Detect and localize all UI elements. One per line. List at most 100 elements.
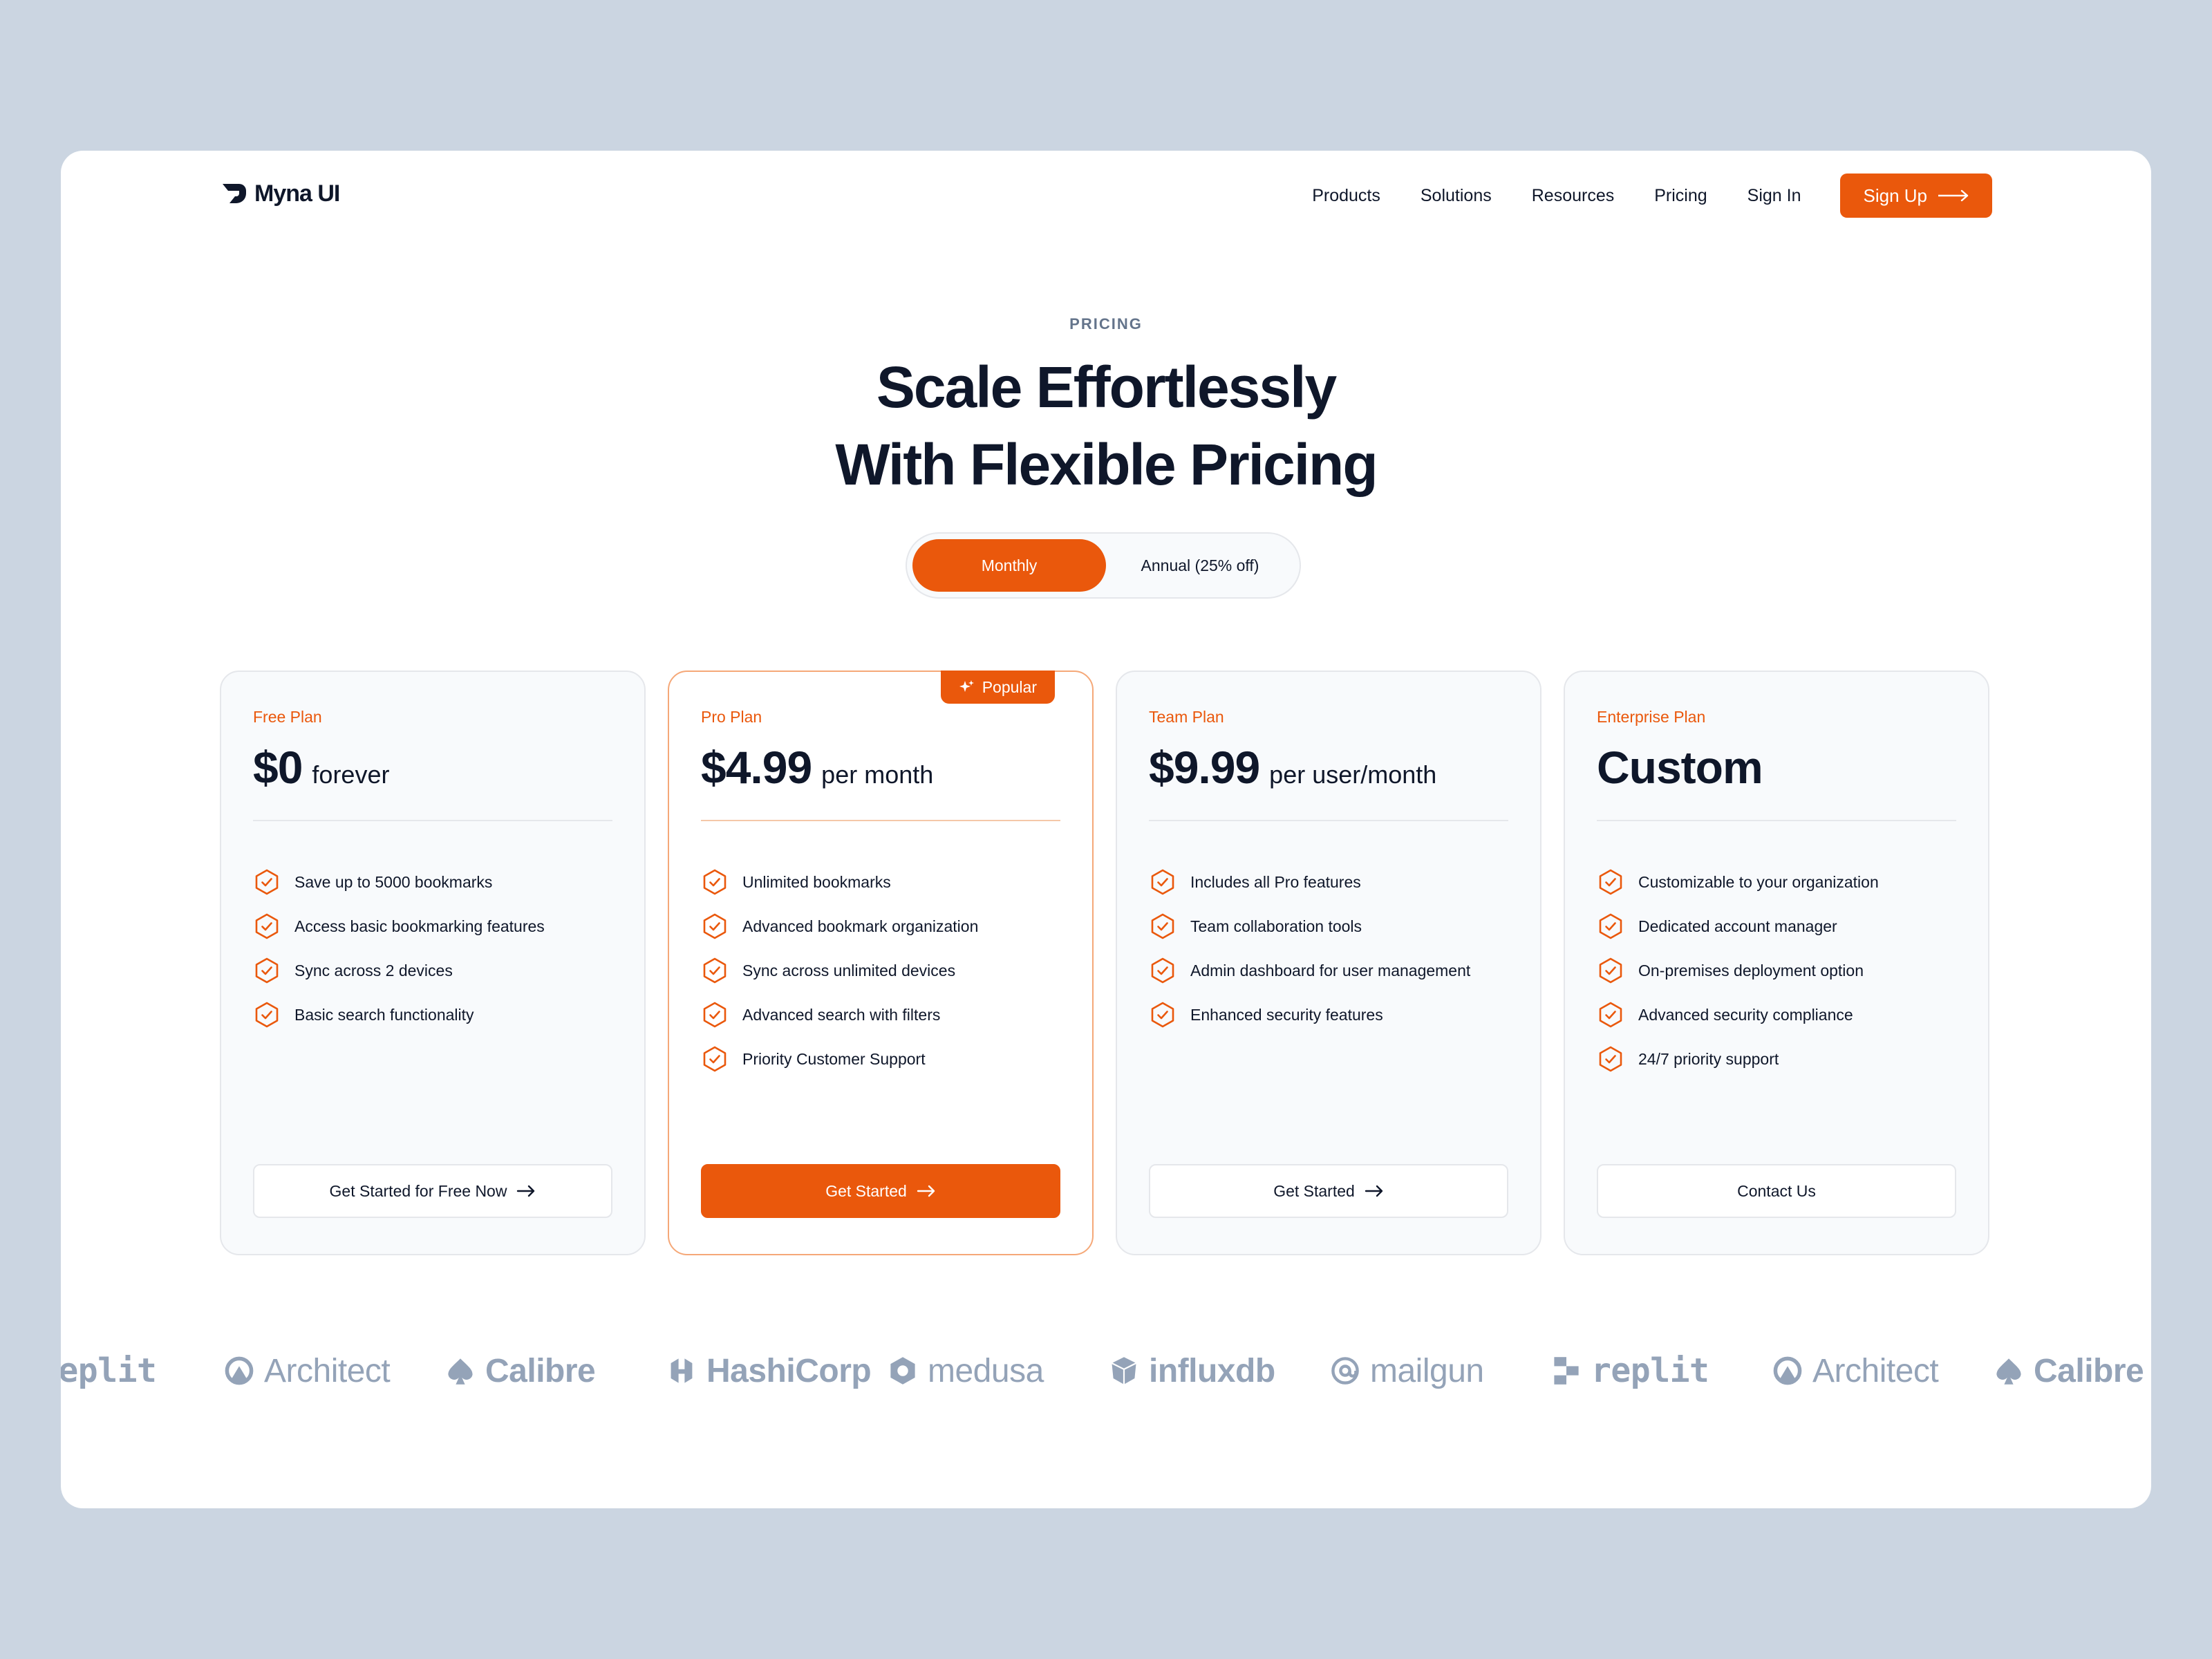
hexagon-check-icon (255, 869, 279, 895)
feature-label: Save up to 5000 bookmarks (294, 872, 493, 891)
page-frame: Myna UI Products Solutions Resources Pri… (61, 151, 2151, 1508)
feature-label: Advanced security compliance (1638, 1005, 1853, 1024)
price-period: per month (821, 760, 934, 789)
pricing-card: Free Plan $0 forever Save up to 5000 boo… (220, 671, 646, 1255)
card-divider (701, 820, 1060, 821)
feature-list: Includes all Pro features Team collabora… (1149, 853, 1470, 1044)
nav-products[interactable]: Products (1312, 186, 1380, 206)
logo-name: HashiCorp (706, 1352, 872, 1389)
feature-label: On-premises deployment option (1638, 961, 1864, 980)
toggle-monthly[interactable]: Monthly (912, 539, 1106, 592)
customer-logo: medusa (888, 1340, 1044, 1402)
feature-label: Sync across unlimited devices (742, 961, 956, 980)
logo-name: replit (1591, 1351, 1709, 1390)
hexagon-check-icon (1599, 957, 1622, 984)
feature-list: Save up to 5000 bookmarks Access basic b… (253, 853, 545, 1044)
billing-toggle: Monthly Annual (25% off) (906, 532, 1301, 599)
plan-price: Custom (1597, 741, 1772, 794)
hexagon-check-icon (1151, 957, 1174, 984)
hexagon-check-icon (703, 869, 727, 895)
feature-label: Team collaboration tools (1190, 917, 1362, 935)
sign-up-label: Sign Up (1863, 185, 1928, 206)
feature-item: Basic search functionality (253, 986, 545, 1044)
customer-logo: replit (61, 1340, 157, 1402)
customer-logo: Calibre (445, 1340, 596, 1402)
logo-name: replit (61, 1351, 157, 1390)
myna-logo-icon (223, 184, 246, 203)
brand-logo[interactable]: Myna UI (220, 180, 340, 207)
feature-item: Priority Customer Support (701, 1030, 978, 1088)
section-eyebrow: PRICING (1069, 315, 1143, 332)
price-period: per user/month (1269, 760, 1437, 789)
plan-cta-button[interactable]: Get Started (1149, 1164, 1508, 1218)
hexagon-check-icon (1151, 869, 1174, 895)
replit-icon (1554, 1357, 1579, 1385)
top-nav: Myna UI Products Solutions Resources Pri… (220, 173, 1992, 218)
nav-sign-in[interactable]: Sign In (1747, 186, 1801, 206)
arrow-right-icon (517, 1185, 535, 1197)
nav-pricing[interactable]: Pricing (1654, 186, 1707, 206)
spade-icon (448, 1358, 473, 1385)
feature-label: Advanced search with filters (742, 1005, 941, 1024)
title-line-1: Scale Effortlessly (876, 355, 1337, 420)
feature-list: Customizable to your organization Dedica… (1597, 853, 1879, 1088)
customer-logo: Calibre (1994, 1340, 2144, 1402)
price-period: forever (312, 760, 390, 789)
cta-label: Contact Us (1737, 1181, 1816, 1200)
card-divider (1149, 820, 1508, 821)
feature-label: Admin dashboard for user management (1190, 961, 1471, 980)
plan-name: Free Plan (253, 708, 322, 726)
customer-logo: Architect (1772, 1340, 1939, 1402)
nav-resources[interactable]: Resources (1532, 186, 1615, 206)
badge-label: Popular (982, 677, 1037, 696)
hexagon-check-icon (1599, 869, 1622, 895)
price-amount: $9.99 (1149, 742, 1260, 793)
card-divider (1597, 820, 1956, 821)
plan-price: $9.99 per user/month (1149, 741, 1436, 794)
toggle-annual[interactable]: Annual (25% off) (1106, 539, 1294, 592)
plan-cta-button[interactable]: Contact Us (1597, 1164, 1956, 1218)
cta-label: Get Started (1273, 1181, 1355, 1200)
at-icon (1331, 1357, 1359, 1385)
hexagon-check-icon (255, 957, 279, 984)
plan-name: Enterprise Plan (1597, 708, 1706, 726)
customer-logo: replit (1551, 1340, 1709, 1402)
sign-up-button[interactable]: Sign Up (1839, 174, 1992, 218)
nav-solutions[interactable]: Solutions (1421, 186, 1492, 206)
cta-label: Get Started (825, 1181, 907, 1200)
nav-links: Products Solutions Resources Pricing Sig… (1312, 173, 1992, 218)
hexagon-check-icon (1599, 1046, 1622, 1072)
popular-badge: Popular (940, 671, 1055, 704)
title-line-2: With Flexible Pricing (835, 432, 1378, 497)
price-amount: $4.99 (701, 742, 812, 793)
hexagon-check-icon (1599, 1002, 1622, 1028)
arrow-right-icon (1365, 1185, 1383, 1197)
logo-name: influxdb (1149, 1352, 1275, 1389)
feature-label: Enhanced security features (1190, 1005, 1383, 1024)
long-arrow-right-icon (1938, 189, 1969, 202)
hexagon-check-icon (703, 1002, 727, 1028)
hexagon-check-icon (703, 957, 727, 984)
sparkle-icon (959, 680, 974, 692)
spade-icon (1996, 1358, 2021, 1385)
brand-name: Myna UI (254, 180, 340, 207)
hexagon-check-icon (1151, 913, 1174, 939)
plan-price: $4.99 per month (701, 741, 933, 794)
plan-cta-button[interactable]: Get Started (701, 1164, 1060, 1218)
logo-name: medusa (928, 1352, 1044, 1389)
hexagon-check-icon (1151, 1002, 1174, 1028)
architect-icon (1773, 1356, 1802, 1385)
hexagon-check-icon (255, 913, 279, 939)
architect-icon (225, 1356, 254, 1385)
feature-item: 24/7 priority support (1597, 1030, 1879, 1088)
feature-label: 24/7 priority support (1638, 1049, 1779, 1068)
hexagon-icon (890, 1357, 915, 1385)
customer-logo: Architect (224, 1340, 391, 1402)
hexagon-check-icon (703, 1046, 727, 1072)
cube-icon (1111, 1357, 1137, 1385)
hashicorp-icon (671, 1358, 693, 1383)
feature-item: Enhanced security features (1149, 986, 1470, 1044)
logo-name: Architect (264, 1352, 391, 1389)
plan-cta-button[interactable]: Get Started for Free Now (253, 1164, 612, 1218)
price-amount: $0 (253, 742, 303, 793)
